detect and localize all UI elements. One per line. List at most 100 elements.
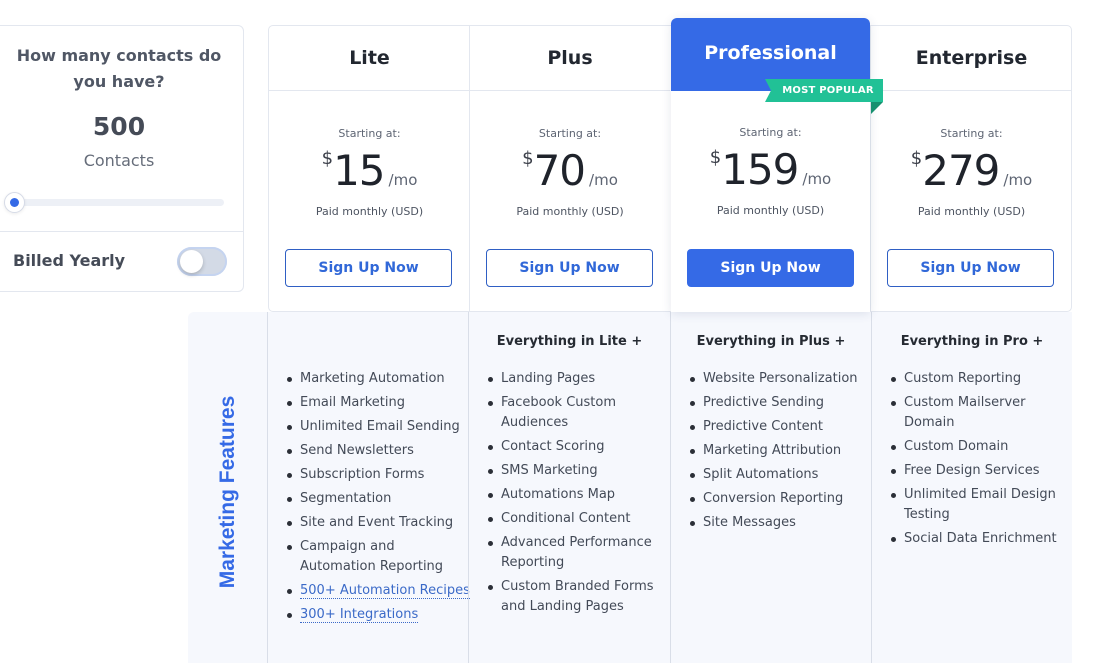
price: $15/mo (269, 146, 470, 195)
billing-note: Paid monthly (USD) (917, 205, 1026, 218)
price-period: /mo (589, 171, 618, 189)
feature-item: Marketing Attribution (690, 441, 873, 461)
feature-list: Marketing Automation Email Marketing Unlim… (287, 369, 470, 629)
currency-symbol: $ (321, 148, 334, 169)
feature-text: Unlimited Email Design Testing (904, 487, 1056, 522)
feature-text: Conversion Reporting (703, 491, 844, 506)
feature-item: Subscription Forms (287, 465, 470, 485)
most-popular-badge: MOST POPULAR (765, 79, 883, 102)
starting-label: Starting at: (739, 126, 802, 139)
feature-text: Site Messages (703, 515, 796, 530)
feature-text: Predictive Content (703, 419, 823, 434)
feature-item: Unlimited Email Sending (287, 417, 470, 437)
feature-heading: Everything in Pro + (900, 334, 1044, 349)
currency-symbol: $ (709, 147, 722, 168)
plan-name: Enterprise (871, 26, 1072, 91)
feature-item: Predictive Sending (690, 393, 873, 413)
feature-text: Custom Reporting (904, 371, 1022, 386)
feature-text: Marketing Attribution (703, 443, 842, 458)
plan-name: Lite (269, 26, 470, 91)
price-amount: 70 (533, 146, 586, 195)
plan-plus: Plus Starting at: $70/mo Paid monthly (U… (469, 26, 670, 311)
starting-label: Starting at: (338, 127, 401, 140)
contacts-card: How many contacts do you have? 500 Conta… (0, 25, 244, 292)
plan-name: Plus (470, 26, 670, 91)
feature-text: Website Personalization (703, 371, 858, 386)
ribbon-fold (871, 102, 883, 114)
feature-item: Site Messages (690, 513, 873, 533)
plan-professional: Professional Starting at: $159/mo Paid m… (671, 18, 870, 312)
contacts-unit: Contacts (83, 151, 155, 170)
feature-link[interactable]: 500+ Automation Recipes (300, 583, 470, 599)
feature-text: Segmentation (300, 491, 392, 506)
price-amount: 279 (922, 146, 1000, 195)
feature-text: Landing Pages (501, 371, 596, 386)
feature-text: Split Automations (703, 467, 819, 482)
signup-button-lite[interactable]: Sign Up Now (285, 249, 452, 287)
price: $159/mo (671, 145, 870, 194)
features-label-column: Marketing Features (188, 312, 268, 663)
contacts-slider-track[interactable] (9, 199, 224, 206)
feature-link[interactable]: 300+ Integrations (300, 607, 419, 623)
plan-enterprise: Enterprise Starting at: $279/mo Paid mon… (870, 26, 1072, 311)
plans-card: Lite Starting at: $15/mo Paid monthly (U… (268, 25, 1072, 312)
feature-item: Site and Event Tracking (287, 513, 470, 533)
feature-item: Landing Pages (488, 369, 661, 389)
price: $279/mo (871, 146, 1072, 195)
feature-heading: Everything in Plus + (696, 334, 846, 349)
feature-text: SMS Marketing (501, 463, 598, 478)
plan-lite: Lite Starting at: $15/mo Paid monthly (U… (269, 26, 470, 311)
billing-note: Paid monthly (USD) (716, 204, 825, 217)
feature-item: Email Marketing (287, 393, 470, 413)
feature-item: Facebook Custom Audiences (488, 393, 661, 433)
currency-symbol: $ (910, 148, 923, 169)
feature-text: Predictive Sending (703, 395, 825, 410)
feature-list: Landing Pages Facebook Custom Audiences Co… (488, 369, 661, 621)
signup-button-professional[interactable]: Sign Up Now (687, 249, 854, 287)
feature-item[interactable]: 300+ Integrations (287, 605, 470, 625)
billed-yearly-toggle[interactable] (177, 247, 227, 276)
feature-text: Marketing Automation (300, 371, 445, 386)
feature-heading: Everything in Lite + (496, 334, 643, 349)
feature-item: Social Data Enrichment (891, 529, 1064, 549)
features-enterprise: Everything in Pro + Custom Reporting Cust… (871, 312, 1072, 663)
contacts-slider-thumb[interactable] (4, 192, 25, 213)
feature-item: Predictive Content (690, 417, 873, 437)
feature-list: Website Personalization Predictive Sendin… (690, 369, 873, 537)
feature-item: Segmentation (287, 489, 470, 509)
feature-text: Contact Scoring (501, 439, 605, 454)
feature-text: Custom Domain (904, 439, 1009, 454)
feature-item: Custom Reporting (891, 369, 1064, 389)
billed-yearly-label: Billed Yearly (13, 251, 126, 270)
signup-button-enterprise[interactable]: Sign Up Now (887, 249, 1054, 287)
feature-text: Campaign and Automation Reporting (300, 539, 444, 574)
starting-label: Starting at: (940, 127, 1003, 140)
price-amount: 159 (721, 145, 799, 194)
price-amount: 15 (333, 146, 385, 195)
feature-item: Custom Mailserver Domain (891, 393, 1064, 433)
feature-item: Conversion Reporting (690, 489, 873, 509)
feature-text: Subscription Forms (300, 467, 425, 482)
feature-item: Marketing Automation (287, 369, 470, 389)
signup-button-plus[interactable]: Sign Up Now (486, 249, 653, 287)
toggle-knob (180, 250, 203, 273)
price-period: /mo (1003, 171, 1033, 189)
feature-text: Custom Mailserver Domain (904, 395, 1026, 430)
price: $70/mo (470, 146, 670, 195)
price-period: /mo (802, 170, 832, 188)
feature-text: Unlimited Email Sending (300, 419, 460, 434)
feature-text: Custom Branded Forms and Landing Pages (501, 579, 654, 614)
feature-text: Site and Event Tracking (300, 515, 454, 530)
feature-item: Website Personalization (690, 369, 873, 389)
feature-item: Conditional Content (488, 509, 661, 529)
feature-text: Email Marketing (300, 395, 405, 410)
feature-text: Facebook Custom Audiences (501, 395, 617, 430)
features-plus: Everything in Lite + Landing Pages Facebo… (468, 312, 670, 663)
feature-item: Campaign and Automation Reporting (287, 537, 470, 577)
feature-item[interactable]: 500+ Automation Recipes (287, 581, 470, 601)
feature-item: Unlimited Email Design Testing (891, 485, 1064, 525)
feature-item: Split Automations (690, 465, 873, 485)
feature-text: Automations Map (501, 487, 616, 502)
features-section: Marketing Features Marketing Automation E… (188, 312, 1072, 663)
features-professional: Everything in Plus + Website Personaliza… (670, 312, 871, 663)
